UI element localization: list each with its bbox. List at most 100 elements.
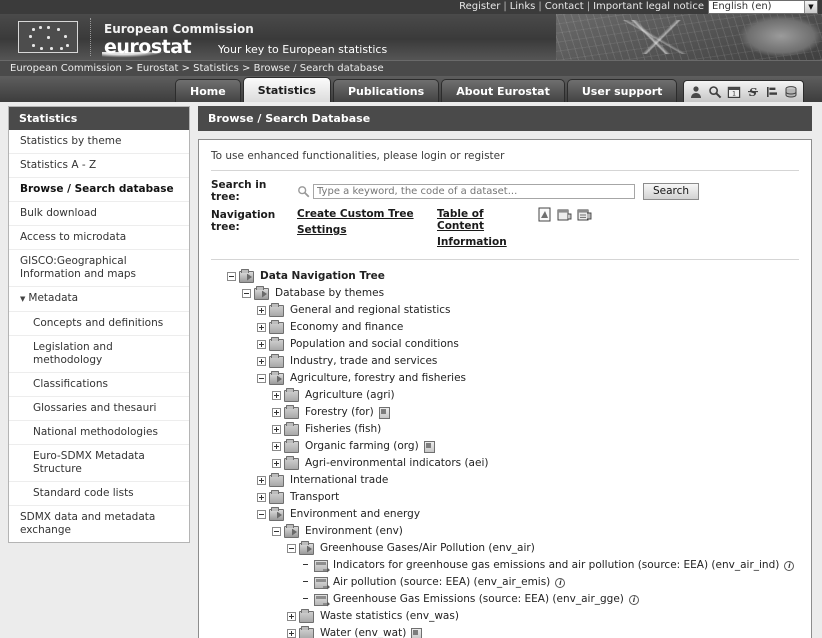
breadcrumb[interactable]: European Commission > Eurostat > Statist… — [10, 63, 384, 74]
info-icon[interactable]: i — [628, 594, 639, 605]
print-export-icon[interactable] — [577, 207, 592, 222]
expand-icon[interactable] — [257, 357, 266, 366]
tree-node[interactable]: Agriculture, forestry and fisheries — [199, 370, 811, 387]
expand-icon[interactable] — [257, 340, 266, 349]
sidebar-item-legislation-and-methodology[interactable]: Legislation and methodology — [9, 336, 189, 373]
expand-icon[interactable] — [257, 493, 266, 502]
tree-node[interactable]: Water (env_wat) — [199, 625, 811, 638]
link-information[interactable]: Information — [437, 236, 529, 248]
sheet-icon[interactable] — [411, 627, 423, 638]
tree-node-label[interactable]: Forestry (for) — [305, 406, 374, 419]
currency-icon[interactable]: S — [746, 85, 760, 99]
expand-icon[interactable] — [272, 408, 281, 417]
tree-node[interactable]: Agriculture (agri) — [199, 387, 811, 404]
tree-node-label[interactable]: Greenhouse Gases/Air Pollution (env_air) — [320, 542, 535, 555]
user-login-icon[interactable] — [689, 85, 703, 99]
tab-statistics[interactable]: Statistics — [242, 77, 331, 102]
expand-icon[interactable] — [257, 306, 266, 315]
tree-node-label[interactable]: Agri-environmental indicators (aei) — [305, 457, 488, 470]
tree-node[interactable]: Air pollution (source: EEA) (env_air_emi… — [199, 574, 811, 591]
tree-node[interactable]: Transport — [199, 489, 811, 506]
tree-node-label[interactable]: Data Navigation Tree — [260, 270, 385, 283]
tab-about-eurostat[interactable]: About Eurostat — [441, 79, 565, 102]
collapse-icon[interactable] — [227, 272, 236, 281]
info-icon[interactable]: i — [784, 560, 795, 571]
tree-node-label[interactable]: Water (env_wat) — [320, 627, 406, 638]
link-settings[interactable]: Settings — [297, 224, 437, 236]
sidebar-item-national-methodologies[interactable]: National methodologies — [9, 421, 189, 445]
link-links[interactable]: Links — [510, 1, 536, 12]
expand-icon[interactable] — [272, 459, 281, 468]
collapse-icon[interactable] — [257, 510, 266, 519]
tab-publications[interactable]: Publications — [332, 79, 440, 102]
tree-node-label[interactable]: Environment (env) — [305, 525, 403, 538]
sidebar-item-sdmx-data-and-metadata-exchange[interactable]: SDMX data and metadata exchange — [9, 506, 189, 542]
expand-icon[interactable] — [272, 391, 281, 400]
tree-node[interactable]: Environment (env) — [199, 523, 811, 540]
expand-icon[interactable] — [272, 442, 281, 451]
pdf-export-icon[interactable] — [537, 207, 552, 222]
tree-node-label[interactable]: Environment and energy — [290, 508, 420, 521]
tree-node[interactable]: Population and social conditions — [199, 336, 811, 353]
tree-node-label[interactable]: Transport — [290, 491, 339, 504]
info-icon[interactable]: i — [555, 577, 566, 588]
tree-node[interactable]: Organic farming (org) — [199, 438, 811, 455]
tree-node-label[interactable]: International trade — [290, 474, 388, 487]
tree-node-label[interactable]: Waste statistics (env_was) — [320, 610, 459, 623]
excel-export-icon[interactable] — [557, 207, 572, 222]
search-icon[interactable] — [708, 85, 722, 99]
collapse-icon[interactable] — [272, 527, 281, 536]
chevron-down-icon[interactable]: ▼ — [804, 1, 817, 13]
sidebar-item-statistics-by-theme[interactable]: Statistics by theme — [9, 130, 189, 154]
tree-node[interactable]: Database by themes — [199, 285, 811, 302]
tree-node-label[interactable]: Indicators for greenhouse gas emissions … — [333, 559, 779, 572]
tree-node[interactable]: Agri-environmental indicators (aei) — [199, 455, 811, 472]
sidebar-item-glossaries-and-thesauri[interactable]: Glossaries and thesauri — [9, 397, 189, 421]
link-contact[interactable]: Contact — [545, 1, 584, 12]
sheet-icon[interactable] — [378, 406, 390, 419]
expand-icon[interactable] — [287, 612, 296, 621]
tab-home[interactable]: Home — [175, 79, 241, 102]
database-icon[interactable] — [784, 85, 798, 99]
tree-node-label[interactable]: Agriculture (agri) — [305, 389, 395, 402]
sidebar-item-metadata[interactable]: ▼ Metadata — [9, 287, 189, 312]
tree-node[interactable]: Greenhouse Gas Emissions (source: EEA) (… — [199, 591, 811, 608]
search-input[interactable] — [313, 183, 635, 199]
tree-node-label[interactable]: Database by themes — [275, 287, 384, 300]
sheet-icon[interactable] — [423, 440, 435, 453]
tree-node[interactable]: General and regional statistics — [199, 302, 811, 319]
sidebar-item-access-to-microdata[interactable]: Access to microdata — [9, 226, 189, 250]
expand-icon[interactable] — [257, 323, 266, 332]
tree-node[interactable]: Environment and energy — [199, 506, 811, 523]
sidebar-item-statistics-a-z[interactable]: Statistics A - Z — [9, 154, 189, 178]
sidebar-item-classifications[interactable]: Classifications — [9, 373, 189, 397]
tree-node[interactable]: International trade — [199, 472, 811, 489]
collapse-icon[interactable] — [242, 289, 251, 298]
tree-node[interactable]: Greenhouse Gases/Air Pollution (env_air) — [199, 540, 811, 557]
link-table-of-content[interactable]: Table of Content — [437, 208, 529, 232]
sidebar-item-standard-code-lists[interactable]: Standard code lists — [9, 482, 189, 506]
tree-node-label[interactable]: Greenhouse Gas Emissions (source: EEA) (… — [333, 593, 624, 606]
tree-node-label[interactable]: Population and social conditions — [290, 338, 459, 351]
link-legal-notice[interactable]: Important legal notice — [593, 1, 704, 12]
sidebar-item-euro-sdmx-metadata-structure[interactable]: Euro-SDMX Metadata Structure — [9, 445, 189, 482]
sidebar-item-bulk-download[interactable]: Bulk download — [9, 202, 189, 226]
tree-node[interactable]: Forestry (for) — [199, 404, 811, 421]
expand-icon[interactable] — [257, 476, 266, 485]
tree-node[interactable]: Data Navigation Tree — [199, 268, 811, 285]
sidebar-item-concepts-and-definitions[interactable]: Concepts and definitions — [9, 312, 189, 336]
chart-icon[interactable] — [765, 85, 779, 99]
language-selector[interactable]: English (en) ▼ — [708, 0, 818, 14]
collapse-icon[interactable] — [257, 374, 266, 383]
tree-node[interactable]: Industry, trade and services — [199, 353, 811, 370]
collapse-icon[interactable] — [287, 544, 296, 553]
tree-node[interactable]: Waste statistics (env_was) — [199, 608, 811, 625]
expand-icon[interactable] — [272, 425, 281, 434]
tree-node[interactable]: Indicators for greenhouse gas emissions … — [199, 557, 811, 574]
tree-node-label[interactable]: General and regional statistics — [290, 304, 451, 317]
tree-node[interactable]: Economy and finance — [199, 319, 811, 336]
expand-icon[interactable] — [287, 629, 296, 638]
tree-node-label[interactable]: Economy and finance — [290, 321, 403, 334]
tree-node[interactable]: Fisheries (fish) — [199, 421, 811, 438]
tree-node-label[interactable]: Air pollution (source: EEA) (env_air_emi… — [333, 576, 550, 589]
